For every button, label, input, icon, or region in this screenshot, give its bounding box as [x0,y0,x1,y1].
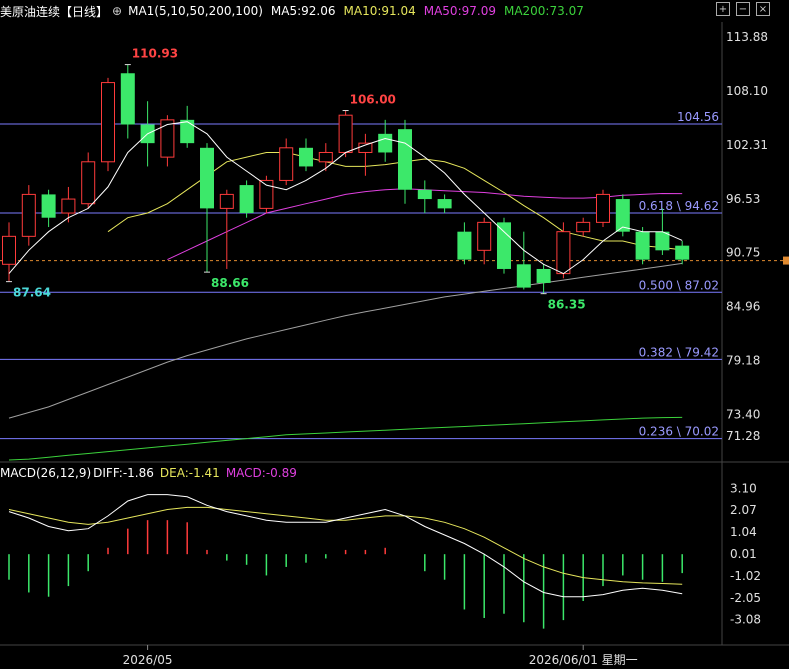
candle-body-up [576,221,591,233]
price-tick-label: 96.53 [726,192,760,206]
ma10-value: MA10:91.04 [343,4,416,18]
ma-params: MA1(5,10,50,200,100) [128,4,263,18]
candle-body-down [516,264,531,288]
candle-body-down [417,189,432,200]
fib-level-label: 104.56 [677,110,719,124]
candle-body-down [41,194,56,218]
extreme-price-label: 86.35 [548,298,586,312]
candle-body-down [655,231,670,251]
macd-tick-label: -1.02 [730,569,761,583]
candle-body-down [675,245,690,260]
candle-body-down [378,133,393,153]
zoom-in-icon[interactable]: + [716,2,730,16]
ma50-value: MA50:97.09 [423,4,496,18]
candle-body-up [318,151,333,163]
extreme-price-label: 88.66 [211,276,249,290]
fib-level-label: 0.500 \ 87.02 [639,278,719,292]
fib-level-label: 0.236 \ 70.02 [639,425,719,439]
macd-tick-label: 2.07 [730,503,757,517]
macd-dea: DEA:-1.41 [159,466,220,480]
price-tick-label: 73.40 [726,407,760,421]
period-label[interactable]: 【日线】 [60,3,108,20]
fib-level-label: 0.618 \ 94.62 [639,199,719,213]
time-axis-label: 2026/06/01 星期一 [529,653,638,667]
macd-tick-label: 3.10 [730,481,757,495]
ma200-value: MA200:73.07 [503,4,584,18]
extreme-price-label: 87.64 [13,286,51,300]
candle-body-up [477,221,492,251]
candle-body-up [219,193,234,209]
candle-body-down [437,199,452,209]
settings-icon[interactable]: ⊕ [112,4,122,18]
macd-tick-label: 0.01 [730,547,757,561]
last-price-marker [783,256,789,265]
candle-body-up [338,114,353,153]
candle-body-up [61,198,76,214]
candle-body-down [635,231,650,260]
instrument-name: 美原油连续 [0,4,61,19]
price-tick-label: 79.18 [726,353,760,367]
candle-body-up [556,231,571,275]
price-tick-label: 108.10 [726,84,768,98]
fib-level-label: 0.382 \ 79.42 [639,345,719,359]
price-tick-label: 84.96 [726,300,760,314]
candle-body-up [21,193,36,237]
macd-header: MACD(26,12,9) DIFF:-1.86 DEA:-1.41 MACD:… [0,464,303,482]
candle-body-up [81,161,96,205]
candle-body-down [536,268,551,283]
chart-header: 美原油连续 【日线】 ⊕ MA1(5,10,50,200,100) MA5:92… [0,0,789,22]
macd-tick-label: -3.08 [730,613,761,627]
candle-body-down [457,231,472,260]
macd-diff: DIFF:-1.86 [93,466,154,480]
candle-body-down [497,222,511,269]
ma5-value: MA5:92.06 [270,4,336,18]
time-axis-label: 2026/05 [123,653,173,667]
candlestick-chart[interactable]: 113.88 108.10 102.31 96.53 90.75 84.96 79.18 73… [0,0,789,669]
macd-tick-label: -2.05 [730,591,761,605]
candle-body-up [160,119,175,158]
candle-body-up [101,82,115,163]
candle-body-down [180,119,195,144]
price-tick-label: 102.31 [726,138,768,152]
candle-body-down [200,147,214,209]
candle-body-down [239,185,254,214]
zoom-out-icon[interactable]: − [736,2,750,16]
candle-body-up [2,235,16,265]
candle-body-up [279,147,294,181]
ma100-line [8,262,683,419]
macd-diff-line [8,494,683,598]
close-icon[interactable]: × [756,2,770,16]
candle-body-down [120,73,135,125]
candle-body-down [299,147,313,167]
extreme-price-label: 110.93 [132,47,178,61]
macd-dea-line [8,506,683,585]
macd-params: MACD(26,12,9) [0,466,92,480]
macd-value: MACD:-0.89 [225,466,297,480]
macd-tick-label: 1.04 [730,525,757,539]
candle-body-up [596,193,610,223]
current-price-label: 71.28 [726,429,760,443]
extreme-price-label: 106.00 [350,93,396,107]
price-tick-label: 90.75 [726,246,760,260]
candle-body-down [398,129,412,190]
price-tick-label: 113.88 [726,30,768,44]
